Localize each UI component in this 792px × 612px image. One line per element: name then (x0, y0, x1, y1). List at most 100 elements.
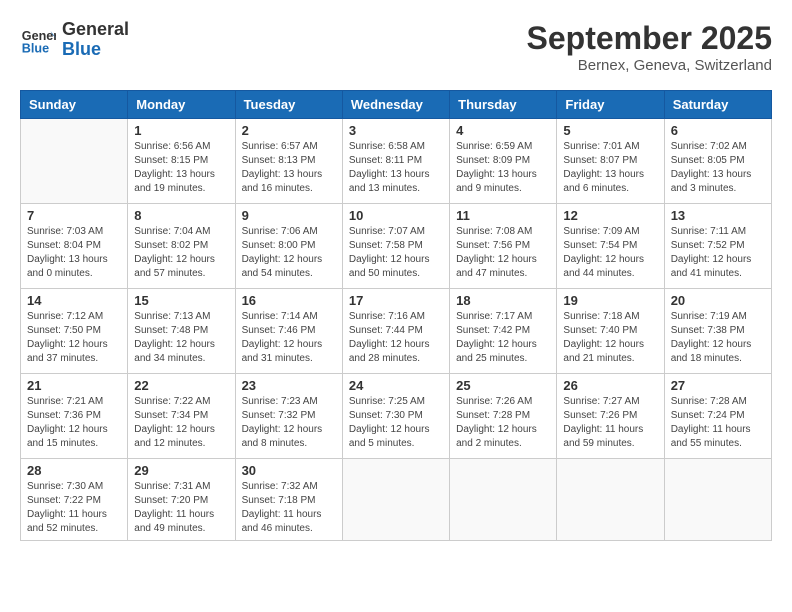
day-number: 30 (242, 463, 336, 478)
logo: General Blue GeneralBlue (20, 20, 129, 60)
calendar-cell: 4Sunrise: 6:59 AMSunset: 8:09 PMDaylight… (450, 119, 557, 204)
logo-text: GeneralBlue (62, 20, 129, 60)
calendar-cell: 21 Sunrise: 7:21 AMSunset: 7:36 PMDayligh… (21, 374, 128, 459)
day-info: Sunrise: 7:28 AMSunset: 7:24 PMDaylight:… (671, 395, 765, 451)
day-info: Sunrise: 7:09 AMSunset: 7:54 PMDaylight:… (563, 225, 657, 281)
calendar-cell: 26 Sunrise: 7:27 AMSunset: 7:26 PMDayligh… (557, 374, 664, 459)
calendar-cell: 25 Sunrise: 7:26 AMSunset: 7:28 PMDayligh… (450, 374, 557, 459)
day-number: 24 (349, 378, 443, 393)
calendar-cell: 7 Sunrise: 7:03 AMSunset: 8:04 PMDaylight… (21, 204, 128, 289)
week-row-2: 7 Sunrise: 7:03 AMSunset: 8:04 PMDaylight… (21, 204, 772, 289)
day-info: Sunrise: 7:14 AMSunset: 7:46 PMDaylight:… (242, 310, 336, 366)
week-row-5: 28Sunrise: 7:30 AMSunset: 7:22 PMDayligh… (21, 459, 772, 541)
day-number: 23 (242, 378, 336, 393)
weekday-header-thursday: Thursday (450, 91, 557, 119)
calendar-cell: 15 Sunrise: 7:13 AMSunset: 7:48 PMDayligh… (128, 289, 235, 374)
day-number: 9 (242, 208, 336, 223)
calendar-cell: 14Sunrise: 7:12 AMSunset: 7:50 PMDayligh… (21, 289, 128, 374)
calendar-cell: 20 Sunrise: 7:19 AMSunset: 7:38 PMDayligh… (664, 289, 771, 374)
calendar-cell: 5 Sunrise: 7:01 AMSunset: 8:07 PMDaylight… (557, 119, 664, 204)
day-info: Sunrise: 7:32 AMSunset: 7:18 PMDaylight:… (242, 480, 336, 536)
calendar-cell: 1 Sunrise: 6:56 AMSunset: 8:15 PMDaylight… (128, 119, 235, 204)
calendar-cell: 27 Sunrise: 7:28 AMSunset: 7:24 PMDayligh… (664, 374, 771, 459)
day-info: Sunrise: 7:17 AMSunset: 7:42 PMDaylight:… (456, 310, 550, 366)
calendar-cell: 8 Sunrise: 7:04 AMSunset: 8:02 PMDaylight… (128, 204, 235, 289)
day-number: 8 (134, 208, 228, 223)
day-info: Sunrise: 7:27 AMSunset: 7:26 PMDaylight:… (563, 395, 657, 451)
week-row-3: 14Sunrise: 7:12 AMSunset: 7:50 PMDayligh… (21, 289, 772, 374)
day-info: Sunrise: 7:13 AMSunset: 7:48 PMDaylight:… (134, 310, 228, 366)
calendar-cell: 24 Sunrise: 7:25 AMSunset: 7:30 PMDayligh… (342, 374, 449, 459)
day-info: Sunrise: 6:58 AMSunset: 8:11 PMDaylight:… (349, 140, 443, 196)
calendar-table: SundayMondayTuesdayWednesdayThursdayFrid… (20, 90, 772, 541)
weekday-header-wednesday: Wednesday (342, 91, 449, 119)
calendar-cell: 16 Sunrise: 7:14 AMSunset: 7:46 PMDayligh… (235, 289, 342, 374)
day-number: 4 (456, 123, 550, 138)
svg-text:Blue: Blue (22, 41, 49, 55)
day-number: 18 (456, 293, 550, 308)
calendar-cell: 29Sunrise: 7:31 AMSunset: 7:20 PMDayligh… (128, 459, 235, 541)
calendar-cell: 13Sunrise: 7:11 AMSunset: 7:52 PMDayligh… (664, 204, 771, 289)
calendar-cell: 30 Sunrise: 7:32 AMSunset: 7:18 PMDayligh… (235, 459, 342, 541)
day-info: Sunrise: 7:01 AMSunset: 8:07 PMDaylight:… (563, 140, 657, 196)
day-number: 22 (134, 378, 228, 393)
day-info: Sunrise: 7:08 AMSunset: 7:56 PMDaylight:… (456, 225, 550, 281)
day-number: 11 (456, 208, 550, 223)
day-number: 21 (27, 378, 121, 393)
day-number: 17 (349, 293, 443, 308)
day-number: 20 (671, 293, 765, 308)
day-number: 7 (27, 208, 121, 223)
calendar-cell: 11 Sunrise: 7:08 AMSunset: 7:56 PMDayligh… (450, 204, 557, 289)
day-info: Sunrise: 7:23 AMSunset: 7:32 PMDaylight:… (242, 395, 336, 451)
day-number: 10 (349, 208, 443, 223)
day-number: 12 (563, 208, 657, 223)
day-number: 2 (242, 123, 336, 138)
day-info: Sunrise: 6:56 AMSunset: 8:15 PMDaylight:… (134, 140, 228, 196)
calendar-cell (664, 459, 771, 541)
day-number: 19 (563, 293, 657, 308)
day-info: Sunrise: 7:16 AMSunset: 7:44 PMDaylight:… (349, 310, 443, 366)
day-number: 15 (134, 293, 228, 308)
day-info: Sunrise: 7:21 AMSunset: 7:36 PMDaylight:… (27, 395, 121, 451)
weekday-header-monday: Monday (128, 91, 235, 119)
day-number: 6 (671, 123, 765, 138)
day-number: 25 (456, 378, 550, 393)
day-number: 3 (349, 123, 443, 138)
day-number: 27 (671, 378, 765, 393)
week-row-4: 21 Sunrise: 7:21 AMSunset: 7:36 PMDayligh… (21, 374, 772, 459)
calendar-cell: 10 Sunrise: 7:07 AMSunset: 7:58 PMDayligh… (342, 204, 449, 289)
calendar-cell: 23 Sunrise: 7:23 AMSunset: 7:32 PMDayligh… (235, 374, 342, 459)
day-info: Sunrise: 7:06 AMSunset: 8:00 PMDaylight:… (242, 225, 336, 281)
weekday-header-row: SundayMondayTuesdayWednesdayThursdayFrid… (21, 91, 772, 119)
day-info: Sunrise: 7:31 AMSunset: 7:20 PMDaylight:… (134, 480, 228, 536)
calendar-cell: 12 Sunrise: 7:09 AMSunset: 7:54 PMDayligh… (557, 204, 664, 289)
day-info: Sunrise: 7:25 AMSunset: 7:30 PMDaylight:… (349, 395, 443, 451)
day-info: Sunrise: 7:26 AMSunset: 7:28 PMDaylight:… (456, 395, 550, 451)
calendar-cell (450, 459, 557, 541)
day-number: 26 (563, 378, 657, 393)
day-info: Sunrise: 6:57 AMSunset: 8:13 PMDaylight:… (242, 140, 336, 196)
calendar-cell: 19 Sunrise: 7:18 AMSunset: 7:40 PMDayligh… (557, 289, 664, 374)
calendar-cell: 9 Sunrise: 7:06 AMSunset: 8:00 PMDaylight… (235, 204, 342, 289)
day-number: 16 (242, 293, 336, 308)
weekday-header-sunday: Sunday (21, 91, 128, 119)
day-info: Sunrise: 7:07 AMSunset: 7:58 PMDaylight:… (349, 225, 443, 281)
day-number: 1 (134, 123, 228, 138)
week-row-1: 1 Sunrise: 6:56 AMSunset: 8:15 PMDaylight… (21, 119, 772, 204)
calendar-cell: 6 Sunrise: 7:02 AMSunset: 8:05 PMDaylight… (664, 119, 771, 204)
calendar-cell: 22Sunrise: 7:22 AMSunset: 7:34 PMDayligh… (128, 374, 235, 459)
day-info: Sunrise: 7:18 AMSunset: 7:40 PMDaylight:… (563, 310, 657, 366)
title-block: September 2025 Bernex, Geneva, Switzerla… (527, 20, 772, 74)
calendar-cell (21, 119, 128, 204)
day-number: 14 (27, 293, 121, 308)
calendar-cell: 3 Sunrise: 6:58 AMSunset: 8:11 PMDaylight… (342, 119, 449, 204)
calendar-cell: 18 Sunrise: 7:17 AMSunset: 7:42 PMDayligh… (450, 289, 557, 374)
day-number: 5 (563, 123, 657, 138)
day-info: Sunrise: 7:04 AMSunset: 8:02 PMDaylight:… (134, 225, 228, 281)
calendar-cell (342, 459, 449, 541)
month-year: September 2025 (527, 20, 772, 57)
day-info: Sunrise: 7:02 AMSunset: 8:05 PMDaylight:… (671, 140, 765, 196)
calendar-cell: 2 Sunrise: 6:57 AMSunset: 8:13 PMDaylight… (235, 119, 342, 204)
day-info: Sunrise: 7:03 AMSunset: 8:04 PMDaylight:… (27, 225, 121, 281)
day-info: Sunrise: 7:19 AMSunset: 7:38 PMDaylight:… (671, 310, 765, 366)
